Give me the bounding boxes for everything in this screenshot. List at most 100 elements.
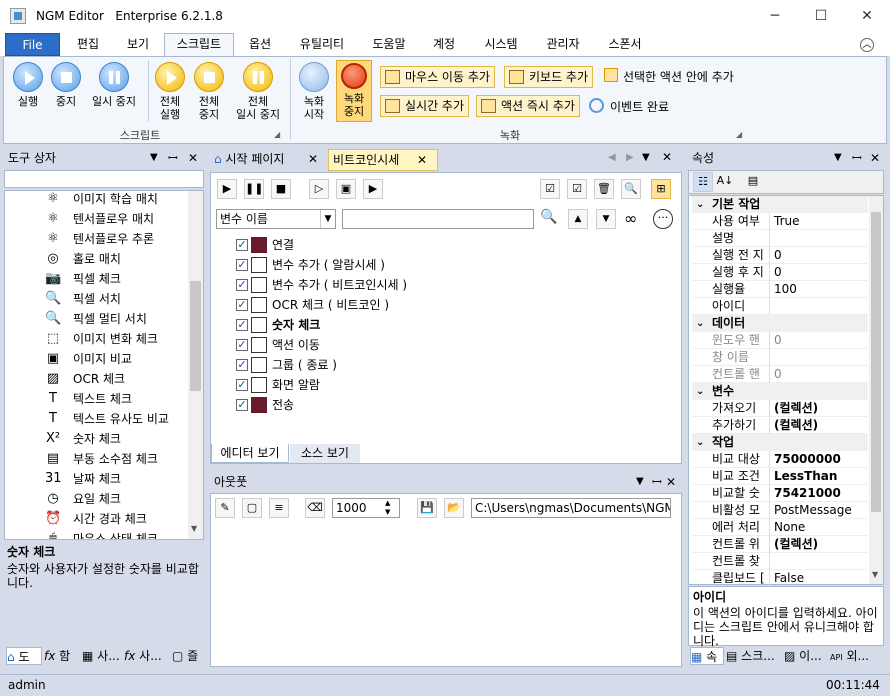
- property-row[interactable]: 비활성 모 PostMessage: [692, 502, 868, 519]
- property-row[interactable]: 에러 처리 None: [692, 519, 868, 536]
- check-all-icon[interactable]: ☑: [540, 179, 560, 199]
- output-path-field[interactable]: C:\Users\ngmas\Documents\NGM6\: [471, 498, 671, 518]
- collapse-icon[interactable]: ⌄: [696, 196, 704, 213]
- toolbox-item[interactable]: T 텍스트 유사도 비교: [5, 409, 185, 429]
- more-icon[interactable]: ···: [653, 209, 673, 229]
- tab-external[interactable]: API 외...: [830, 647, 882, 665]
- new-doc-icon[interactable]: ▢: [242, 498, 262, 518]
- property-scrollbar[interactable]: ▼: [869, 196, 883, 584]
- toolbox-item[interactable]: ▤ 부동 소수점 체크: [5, 449, 185, 469]
- run-button[interactable]: 실행: [8, 62, 48, 108]
- toolbox-item[interactable]: ◷ 요일 체크: [5, 489, 185, 509]
- toolbox-item[interactable]: ⏰ 시간 경과 체크: [5, 509, 185, 529]
- property-value[interactable]: 0: [774, 332, 782, 349]
- property-value[interactable]: 75000000: [774, 451, 841, 468]
- record-stop-button[interactable]: 녹화 중지: [336, 60, 372, 122]
- property-row[interactable]: 비교 조건 LessThan: [692, 468, 868, 485]
- doc-close-icon[interactable]: ✕: [662, 150, 672, 164]
- toolbox-item[interactable]: ▣ 이미지 비교: [5, 349, 185, 369]
- add-action-now-button[interactable]: 액션 즉시 추가: [476, 95, 580, 117]
- property-value[interactable]: True: [774, 213, 800, 230]
- property-value[interactable]: None: [774, 519, 805, 536]
- properties-close-icon[interactable]: ✕: [870, 148, 880, 168]
- tab-script-list[interactable]: ▤ 스크...: [726, 647, 780, 665]
- toolbox-item[interactable]: 📷 픽셀 체크: [5, 269, 185, 289]
- tab-close-icon[interactable]: ✕: [417, 150, 427, 170]
- add-keyboard-button[interactable]: 키보드 추가: [504, 66, 594, 88]
- eraser-icon[interactable]: ⌫: [305, 498, 325, 518]
- property-row[interactable]: 사용 여부 True: [692, 213, 868, 230]
- property-row[interactable]: 컨트롤 핸 0: [692, 366, 868, 383]
- step-icon[interactable]: ▷: [309, 179, 329, 199]
- tab-favorites[interactable]: ▢ 즐: [172, 647, 204, 665]
- tree-icon[interactable]: ⊞: [651, 179, 671, 199]
- toolbox-item[interactable]: T 텍스트 체크: [5, 389, 185, 409]
- property-row[interactable]: 컨트롤 위 (컬렉션): [692, 536, 868, 553]
- stop-all-button[interactable]: 전체 중지: [190, 62, 228, 121]
- minimize-button[interactable]: ─: [752, 0, 798, 32]
- add-mouse-move-button[interactable]: 마우스 이동 추가: [380, 66, 495, 88]
- run-from-icon[interactable]: ▣: [336, 179, 356, 199]
- property-value[interactable]: PostMessage: [774, 502, 852, 519]
- menu-help[interactable]: 도움말: [364, 34, 414, 56]
- property-value[interactable]: 100: [774, 281, 797, 298]
- property-row[interactable]: 윈도우 핸 0: [692, 332, 868, 349]
- tab-editor-view[interactable]: 에디터 보기: [211, 444, 289, 463]
- property-row[interactable]: 클립보드 [False: [692, 570, 868, 587]
- output-pin-icon[interactable]: ꟷ: [652, 472, 662, 492]
- tree-item-checkbox[interactable]: ✓: [236, 239, 248, 251]
- property-value[interactable]: (컬렉션): [774, 417, 818, 434]
- variable-select[interactable]: 변수 이름 ▼: [216, 209, 336, 229]
- record-start-button[interactable]: 녹화 시작: [294, 62, 334, 121]
- property-row[interactable]: 설명: [692, 230, 868, 247]
- property-value[interactable]: False: [774, 570, 804, 587]
- folder-icon[interactable]: 📂: [444, 498, 464, 518]
- stop-icon[interactable]: ■: [271, 179, 291, 199]
- property-value[interactable]: 0: [774, 247, 782, 264]
- clear-log-icon[interactable]: ✎: [215, 498, 235, 518]
- search-icon[interactable]: 🔍: [621, 179, 641, 199]
- categorized-icon[interactable]: ☷: [693, 172, 713, 192]
- menu-admin[interactable]: 관리자: [538, 34, 588, 56]
- search-icon[interactable]: 🔍: [540, 209, 562, 229]
- property-category[interactable]: ⌄ 기본 작업: [692, 196, 868, 213]
- property-row[interactable]: 창 이름: [692, 349, 868, 366]
- tab-scroll-right-icon[interactable]: ▶: [626, 152, 634, 163]
- property-value[interactable]: 0: [774, 366, 782, 383]
- tree-item-checkbox[interactable]: ✓: [236, 279, 248, 291]
- tree-item-checkbox[interactable]: ✓: [236, 259, 248, 271]
- property-value[interactable]: (컬렉션): [774, 400, 818, 417]
- tree-item-checkbox[interactable]: ✓: [236, 379, 248, 391]
- tab-toolbox[interactable]: ⌂ 도: [6, 647, 42, 665]
- menu-script[interactable]: 스크립트: [164, 33, 234, 57]
- property-category[interactable]: ⌄ 데이터: [692, 315, 868, 332]
- tab-images[interactable]: ▨ 이...: [784, 647, 826, 665]
- list-icon[interactable]: ≡: [269, 498, 289, 518]
- menu-options[interactable]: 옵션: [240, 34, 280, 56]
- run-all-button[interactable]: 전체 실행: [150, 62, 190, 121]
- tab-bitcoin[interactable]: 비트코인시세 ✕: [328, 149, 438, 171]
- tab-source-view[interactable]: 소스 보기: [290, 444, 360, 463]
- property-category[interactable]: ⌄ 작업: [692, 434, 868, 451]
- tab-user-functions[interactable]: fx 사...: [124, 647, 168, 665]
- tree-item-checkbox[interactable]: ✓: [236, 319, 248, 331]
- property-row[interactable]: 비교할 숫 75421000: [692, 485, 868, 502]
- toolbox-item[interactable]: 🔍 픽셀 멀티 서치: [5, 309, 185, 329]
- stepper-arrows-icon[interactable]: ▲ ▼: [385, 499, 390, 517]
- property-row[interactable]: 컨트롤 찾: [692, 553, 868, 570]
- property-row[interactable]: 실행 후 지 0: [692, 264, 868, 281]
- dropdown-icon[interactable]: ▼: [150, 148, 158, 168]
- properties-dropdown-icon[interactable]: ▼: [834, 148, 842, 168]
- toolbox-item[interactable]: ⚛ 텐서플로우 매치: [5, 209, 185, 229]
- menu-account[interactable]: 계정: [424, 34, 464, 56]
- tree-item-checkbox[interactable]: ✓: [236, 399, 248, 411]
- property-value[interactable]: 0: [774, 264, 782, 281]
- collapse-icon[interactable]: ⌄: [696, 383, 704, 400]
- maximize-button[interactable]: ☐: [798, 0, 844, 32]
- output-count-stepper[interactable]: 1000 ▲ ▼: [332, 498, 400, 518]
- tree-item-checkbox[interactable]: ✓: [236, 359, 248, 371]
- menu-utility[interactable]: 유틸리티: [292, 34, 352, 56]
- pause-all-button[interactable]: 전체 일시 중지: [230, 62, 286, 121]
- menu-view[interactable]: 보기: [118, 34, 158, 56]
- file-menu[interactable]: File: [5, 33, 60, 56]
